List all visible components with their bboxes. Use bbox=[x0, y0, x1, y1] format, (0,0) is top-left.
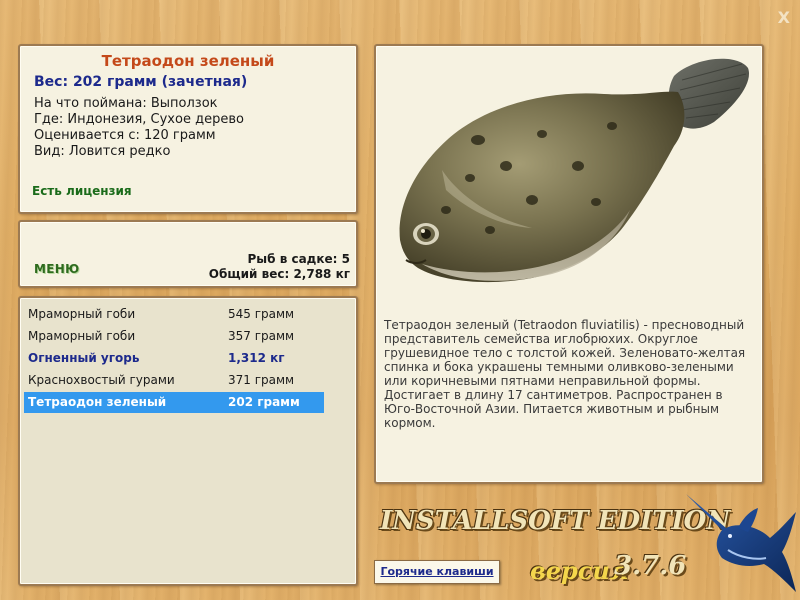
fish-details: На что поймана: Выползок Где: Индонезия,… bbox=[34, 96, 356, 160]
version-number: 3.7.6 bbox=[614, 551, 687, 581]
fish-count: Рыб в садке: 5 bbox=[247, 252, 351, 266]
detail-bait: На что поймана: Выползок bbox=[34, 96, 218, 111]
close-icon: X bbox=[777, 8, 790, 27]
list-item-weight: 357 грамм bbox=[228, 329, 295, 343]
list-item-name: Мраморный гоби bbox=[28, 307, 136, 321]
license-status: Есть лицензия bbox=[32, 184, 132, 198]
list-item-weight: 545 грамм bbox=[228, 307, 295, 321]
list-item-selected[interactable]: Тетраодон зеленый 202 грамм bbox=[24, 392, 324, 413]
fish-title: Тетраодон зеленый bbox=[101, 52, 275, 70]
fish-info-panel: Тетраодон зеленый Вес: 202 грамм (зачетн… bbox=[18, 44, 358, 214]
list-item[interactable]: Краснохвостый гурами 371 грамм bbox=[24, 370, 324, 391]
fish-description: Тетраодон зеленый (Tetraodon fluviatilis… bbox=[384, 318, 746, 430]
hotkeys-button[interactable]: Горячие клавиши bbox=[374, 560, 500, 584]
close-button[interactable]: X bbox=[778, 8, 790, 27]
list-item-name: Тетраодон зеленый bbox=[28, 395, 167, 409]
list-item[interactable]: Мраморный гоби 357 грамм bbox=[24, 326, 324, 347]
detail-location: Где: Индонезия, Сухое дерево bbox=[34, 112, 244, 127]
detail-rarity: Вид: Ловится редко bbox=[34, 144, 171, 159]
catch-list: Мраморный гоби 545 грамм Мраморный гоби … bbox=[18, 296, 358, 586]
list-item-weight: 371 грамм bbox=[228, 373, 295, 387]
list-item-name: Краснохвостый гурами bbox=[28, 373, 175, 387]
list-item-name: Огненный угорь bbox=[28, 351, 140, 365]
fish-weight: Вес: 202 грамм (зачетная) bbox=[34, 74, 248, 90]
total-weight: Общий вес: 2,788 кг bbox=[208, 267, 350, 281]
list-item[interactable]: Огненный угорь 1,312 кг bbox=[24, 348, 324, 369]
menu-button[interactable]: МЕНЮ bbox=[34, 262, 79, 276]
menu-panel: МЕНЮ Рыб в садке: 5 Общий вес: 2,788 кг bbox=[18, 220, 358, 288]
list-item-weight: 1,312 кг bbox=[228, 351, 285, 365]
keepnet-stats: Рыб в садке: 5 Общий вес: 2,788 кг bbox=[209, 252, 350, 282]
list-item[interactable]: Мраморный гоби 545 грамм bbox=[24, 304, 324, 325]
detail-min-weight: Оценивается с: 120 грамм bbox=[34, 128, 216, 143]
pufferfish-image bbox=[399, 58, 750, 283]
marlin-logo bbox=[686, 494, 796, 592]
list-item-weight: 202 грамм bbox=[228, 395, 300, 409]
fish-picture-panel: Тетраодон зеленый (Tetraodon fluviatilis… bbox=[374, 44, 764, 484]
list-item-name: Мраморный гоби bbox=[28, 329, 136, 343]
